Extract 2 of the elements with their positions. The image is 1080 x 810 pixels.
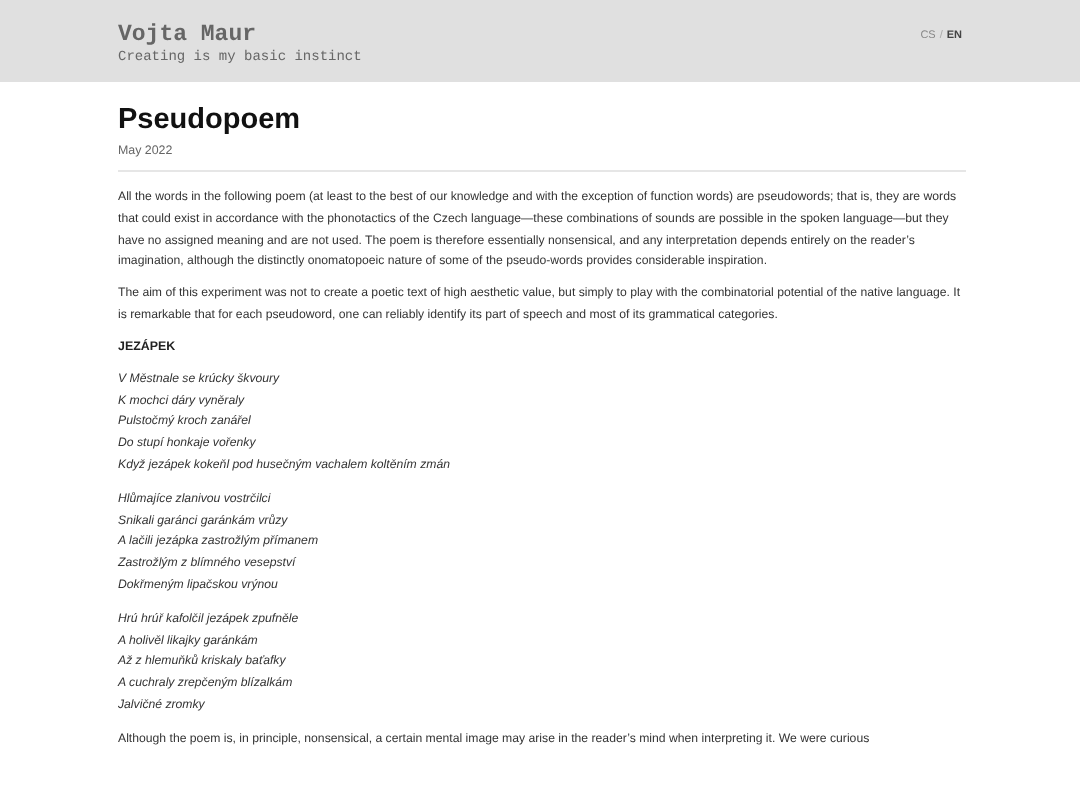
article-title: Pseudopoem bbox=[118, 102, 303, 138]
site-title-link[interactable]: Vojta Maur bbox=[118, 22, 362, 48]
